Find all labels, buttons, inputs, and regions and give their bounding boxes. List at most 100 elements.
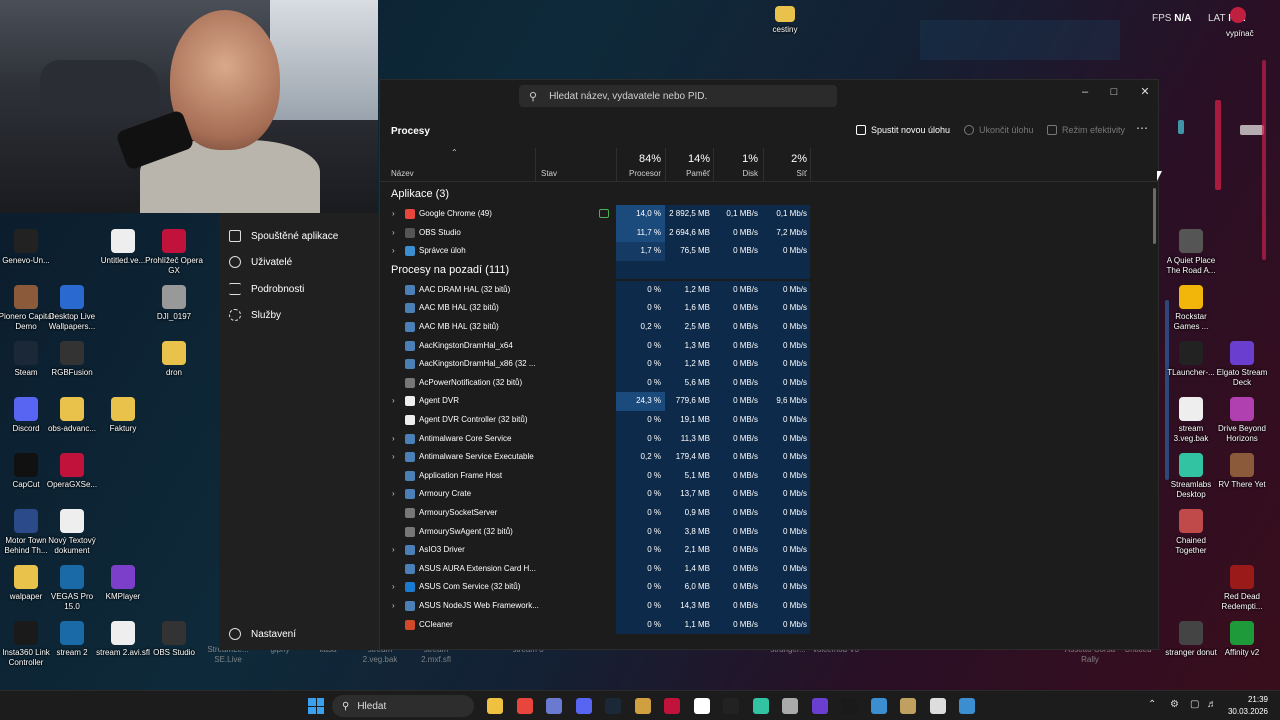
desktop-icon-cestiny[interactable]: cestiny [756, 6, 814, 35]
process-row[interactable]: CCleaner 0 % 1,1 MB 0 MB/s 0 Mb/s [380, 615, 1158, 635]
process-row[interactable]: › OBS Studio 11,7 % 2 694,6 MB 0 MB/s 7,2 Mb/… [380, 223, 1158, 243]
desktop-icon[interactable]: TLauncher-... [1162, 341, 1220, 378]
col-status[interactable]: Stav [541, 169, 557, 178]
process-row[interactable]: › Správce úloh 1,7 % 76,5 MB 0 MB/s 0 Mb/s [380, 242, 1158, 261]
col-disk[interactable]: Disk [715, 169, 758, 178]
col-net[interactable]: Síť [765, 169, 807, 178]
desktop-icon[interactable]: KMPlayer [94, 565, 152, 602]
taskbar-app-icon[interactable] [546, 698, 562, 714]
taskbar-app-icon[interactable] [605, 698, 621, 714]
desktop-icon[interactable]: Elgato Stream Deck [1213, 341, 1271, 388]
network-icon[interactable]: ⚙ [1170, 699, 1179, 710]
taskbar-app-icon[interactable] [959, 698, 975, 714]
clock[interactable]: 21:39 30.03.2026 [1228, 694, 1268, 718]
process-row[interactable]: › Google Chrome (49) 14,0 % 2 892,5 MB 0,1 M… [380, 205, 1158, 224]
desktop-icon[interactable]: Genevo-Un... [0, 229, 55, 266]
run-new-task-button[interactable]: Spustit novou úlohu [856, 125, 950, 135]
expand-chevron-icon[interactable]: › [392, 396, 395, 405]
taskbar-app-icon[interactable] [929, 698, 946, 714]
desktop-icon[interactable]: A Quiet Place The Road A... [1162, 229, 1220, 276]
process-row[interactable]: ArmourySocketServer 0 % 0,9 MB 0 MB/s 0 Mb/s [380, 504, 1158, 523]
desktop-icon[interactable]: DJI_0197 [145, 285, 203, 322]
taskbar-app-icon[interactable] [900, 698, 916, 714]
desktop-icon[interactable]: OBS Studio [145, 621, 203, 658]
taskbar-app-icon[interactable] [516, 698, 533, 714]
taskbar-app-icon[interactable] [782, 698, 798, 714]
process-row[interactable]: ArmourySwAgent (32 bitů) 0 % 3,8 MB 0 MB/s 0… [380, 522, 1158, 542]
tray-chevron-icon[interactable]: ⌃ [1148, 699, 1156, 710]
process-row[interactable]: ASUS AURA Extension Card H... 0 % 1,4 MB 0 … [380, 559, 1158, 579]
expand-chevron-icon[interactable]: › [392, 545, 395, 554]
sidebar-item-details[interactable]: Podrobnosti [229, 279, 304, 299]
expand-chevron-icon[interactable]: › [392, 228, 395, 237]
process-row[interactable]: › Armoury Crate 0 % 13,7 MB 0 MB/s 0 Mb/s [380, 485, 1158, 504]
desktop-icon[interactable]: RGBFusion [43, 341, 101, 378]
taskbar-app-icon[interactable] [870, 698, 887, 714]
process-row[interactable]: AacKingstonDramHal_x86 (32 ... 0 % 1,2 MB 0… [380, 355, 1158, 374]
taskbar-app-icon[interactable] [811, 698, 828, 714]
desktop-icon[interactable]: Desktop Live Wallpapers... [43, 285, 101, 332]
vypinac-icon[interactable] [1230, 7, 1246, 23]
desktop-icon[interactable]: stream 2 [43, 621, 101, 658]
process-row[interactable]: Agent DVR Controller (32 bitů) 0 % 19,1 MB… [380, 411, 1158, 430]
process-row[interactable]: AcPowerNotification (32 bitů) 0 % 5,6 MB 0 … [380, 373, 1158, 393]
process-row[interactable]: AAC MB HAL (32 bitů) 0,2 % 2,5 MB 0 MB/s 0 M… [380, 318, 1158, 337]
taskbar-app-icon[interactable] [752, 698, 769, 714]
taskbar-app-icon[interactable] [664, 698, 680, 714]
desktop-icon[interactable]: Untitled.ve... [94, 229, 152, 266]
process-row[interactable]: › AsIO3 Driver 0 % 2,1 MB 0 MB/s 0 Mb/s [380, 541, 1158, 560]
sidebar-item-services[interactable]: Služby [229, 305, 281, 325]
taskbar-app-icon[interactable] [723, 698, 739, 714]
process-row[interactable]: AacKingstonDramHal_x64 0 % 1,3 MB 0 MB/s 0 M… [380, 336, 1158, 356]
taskbar-app-icon[interactable] [693, 698, 710, 714]
efficiency-mode-button[interactable]: Režim efektivity [1047, 125, 1125, 135]
process-row[interactable]: › Antimalware Core Service 0 % 11,3 MB 0 MB/… [380, 429, 1158, 449]
desktop-icon[interactable]: Nový Textový dokument [43, 509, 101, 556]
taskbar-app-icon[interactable] [634, 698, 651, 714]
desktop-icon[interactable]: obs-advanc... [43, 397, 101, 434]
desktop-icon[interactable]: Rockstar Games ... [1162, 285, 1220, 332]
minimize-button[interactable]: – [1070, 82, 1100, 102]
taskbar-app-icon[interactable] [841, 698, 857, 714]
sidebar-item-settings[interactable]: Nastavení [229, 624, 296, 644]
sidebar-item-users[interactable]: Uživatelé [229, 252, 292, 272]
desktop-icon[interactable]: stream 2.avi.sfl [94, 621, 152, 658]
close-button[interactable]: ✕ [1130, 82, 1160, 102]
col-name[interactable]: Název [391, 169, 414, 178]
desktop-icon[interactable]: Faktury [94, 397, 152, 434]
desktop-icon[interactable]: Affinity v2 [1213, 621, 1271, 658]
taskbar-app-icon[interactable] [487, 698, 503, 714]
expand-chevron-icon[interactable]: › [392, 489, 395, 498]
expand-chevron-icon[interactable]: › [392, 246, 395, 255]
expand-chevron-icon[interactable]: › [392, 434, 395, 443]
process-row[interactable]: AAC DRAM HAL (32 bitů) 0 % 1,2 MB 0 MB/s 0 M… [380, 280, 1158, 300]
volume-icon[interactable]: ♬ [1207, 699, 1217, 710]
taskbar-app-icon[interactable] [575, 698, 592, 714]
desktop-icon[interactable]: Drive Beyond Horizons [1213, 397, 1271, 444]
process-row[interactable]: › ASUS Com Service (32 bitů) 0 % 6,0 MB 0 MB… [380, 578, 1158, 597]
expand-chevron-icon[interactable]: › [392, 209, 395, 218]
desktop-icon[interactable]: RV There Yet [1213, 453, 1271, 490]
desktop-icon[interactable]: stranger donut [1162, 621, 1220, 658]
col-mem[interactable]: Paměť [665, 169, 710, 178]
expand-chevron-icon[interactable]: › [392, 601, 395, 610]
monitor-icon[interactable]: ▢ [1190, 699, 1199, 710]
end-task-button[interactable]: Ukončit úlohu [964, 125, 1034, 135]
desktop-icon[interactable]: dron [145, 341, 203, 378]
desktop-icon[interactable]: Streamlabs Desktop [1162, 453, 1220, 500]
col-cpu[interactable]: Procesor [616, 169, 661, 178]
process-row[interactable]: Application Frame Host 0 % 5,1 MB 0 MB/s 0 M… [380, 466, 1158, 486]
scrollbar[interactable] [1153, 188, 1156, 244]
desktop-icon[interactable]: VEGAS Pro 15.0 [43, 565, 101, 612]
desktop-icon[interactable]: OperaGXSe... [43, 453, 101, 490]
sidebar-item-startup[interactable]: Spouštěné aplikace [229, 226, 338, 246]
search-input[interactable]: ⚲ Hledat název, vydavatele nebo PID. [519, 85, 837, 107]
process-row[interactable]: AAC MB HAL (32 bitů) 0 % 1,6 MB 0 MB/s 0 Mb/… [380, 299, 1158, 318]
desktop-icon[interactable]: stream 3.veg.bak [1162, 397, 1220, 444]
taskbar-search[interactable]: ⚲ Hledat [332, 695, 474, 717]
expand-chevron-icon[interactable]: › [392, 452, 395, 461]
desktop-icon[interactable]: Prohlížeč Opera GX [145, 229, 203, 276]
start-button[interactable] [308, 698, 324, 714]
maximize-button[interactable]: □ [1099, 82, 1129, 102]
desktop-icon[interactable]: Chained Together [1162, 509, 1220, 556]
